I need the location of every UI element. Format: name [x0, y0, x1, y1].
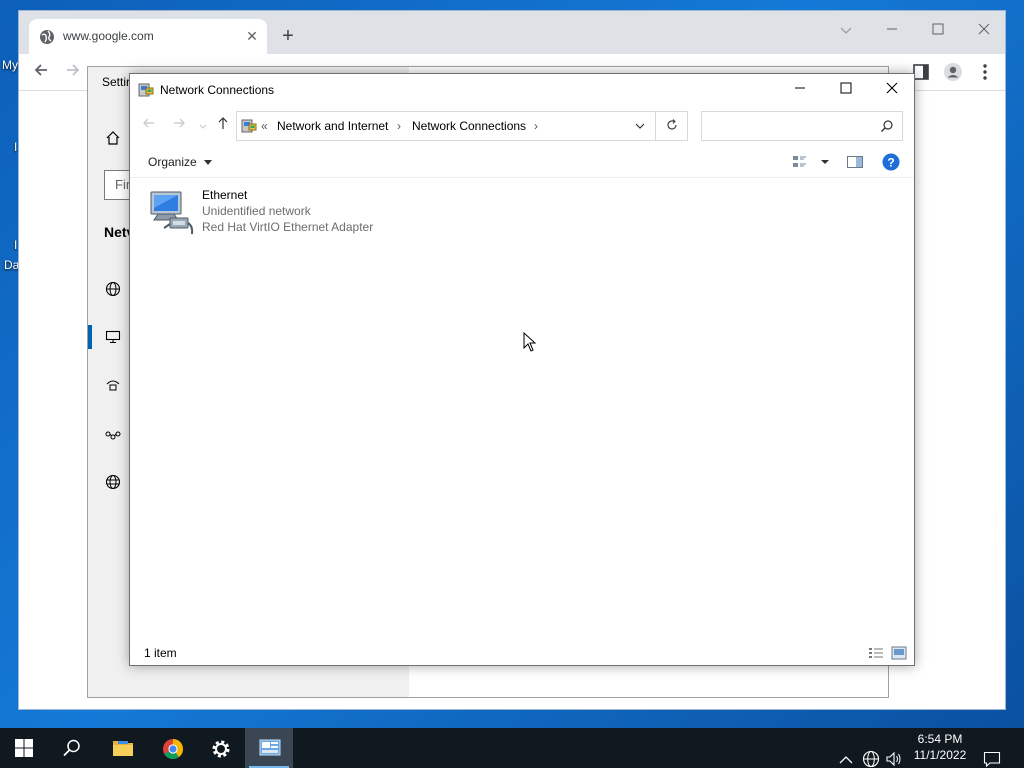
address-dropdown-icon[interactable]	[635, 123, 645, 130]
globe-icon	[40, 30, 54, 44]
forward-icon[interactable]	[61, 60, 85, 84]
taskbar-clock[interactable]: 6:54 PM 11/1/2022	[908, 731, 972, 763]
breadcrumb-separator[interactable]: ›	[534, 119, 538, 133]
chrome-icon	[163, 739, 183, 760]
taskbar: 6:54 PM 11/1/2022	[0, 728, 1024, 768]
tab-search-icon[interactable]	[831, 17, 861, 43]
taskbar-chrome[interactable]	[148, 728, 196, 768]
browser-tab[interactable]: www.google.com ✕	[29, 19, 267, 54]
notification-center-icon[interactable]	[983, 739, 1001, 768]
network-connections-icon	[138, 83, 154, 97]
connection-status: Unidentified network	[202, 204, 311, 218]
refresh-button[interactable]	[655, 111, 688, 141]
search-icon	[881, 120, 893, 132]
search-input[interactable]	[701, 111, 903, 141]
tab-strip: www.google.com ✕ +	[19, 11, 1005, 54]
desktop-icon-label: My	[2, 58, 18, 72]
refresh-icon	[666, 119, 677, 130]
taskbar-search-button[interactable]	[48, 728, 96, 768]
network-adapter-icon	[150, 191, 194, 235]
change-view-icon[interactable]	[791, 153, 809, 171]
organize-label: Organize	[148, 155, 197, 169]
maximize-button[interactable]	[823, 74, 869, 104]
list-item-ethernet[interactable]: Ethernet Unidentified network Red Hat Vi…	[146, 186, 396, 238]
globe-status-icon[interactable]	[105, 281, 121, 297]
items-view: Ethernet Unidentified network Red Hat Vi…	[130, 180, 914, 641]
search-icon	[63, 739, 80, 757]
command-bar: Organize ?	[130, 146, 914, 178]
side-panel-icon[interactable]	[912, 62, 932, 82]
folder-icon	[113, 741, 133, 756]
taskbar-settings[interactable]	[196, 728, 244, 768]
breadcrumb[interactable]: « Network and Internet › Network Connect…	[236, 111, 688, 141]
tab-title: www.google.com	[63, 29, 154, 43]
minimize-icon[interactable]	[877, 17, 907, 43]
network-connections-icon	[241, 119, 257, 133]
close-icon[interactable]	[969, 17, 999, 43]
back-icon[interactable]	[29, 60, 53, 84]
dropdown-arrow-icon	[204, 160, 213, 166]
taskbar-file-explorer[interactable]	[98, 728, 146, 768]
clock-date: 11/1/2022	[913, 748, 967, 762]
desktop-icon-label: I	[14, 140, 18, 154]
breadcrumb-network-and-internet[interactable]: Network and Internet	[277, 119, 388, 133]
recent-locations-chevron-icon[interactable]	[194, 116, 212, 134]
selected-nav-indicator	[88, 325, 92, 349]
details-view-icon[interactable]	[868, 646, 884, 660]
gear-icon	[212, 740, 230, 758]
window-title: Network Connections	[160, 83, 275, 97]
breadcrumb-separator[interactable]: ›	[397, 119, 401, 133]
forward-icon[interactable]	[170, 116, 188, 134]
item-count: 1 item	[144, 646, 177, 660]
title-bar[interactable]: Network Connections	[130, 74, 914, 106]
more-menu-icon[interactable]	[975, 62, 995, 82]
help-icon[interactable]: ?	[882, 153, 900, 171]
mouse-cursor-icon	[523, 332, 537, 352]
start-button[interactable]	[0, 728, 48, 768]
view-options-dropdown-icon[interactable]	[816, 153, 834, 171]
maximize-icon[interactable]	[923, 17, 953, 43]
windows-logo-icon	[15, 739, 33, 757]
connection-device: Red Hat VirtIO Ethernet Adapter	[202, 220, 374, 234]
network-connections-window: Network Connections « Network and Intern…	[129, 73, 915, 666]
ethernet-icon[interactable]	[105, 329, 121, 345]
vpn-icon[interactable]	[105, 426, 121, 442]
status-bar: 1 item	[130, 641, 914, 665]
proxy-globe-icon[interactable]	[105, 474, 121, 490]
large-icons-view-icon[interactable]	[891, 646, 907, 660]
dialup-icon[interactable]	[105, 377, 121, 393]
breadcrumb-network-connections[interactable]: Network Connections	[412, 119, 526, 133]
minimize-button[interactable]	[777, 74, 823, 104]
address-bar-row: « Network and Internet › Network Connect…	[130, 108, 914, 142]
home-icon[interactable]	[105, 130, 121, 146]
show-hidden-icons-chevron-icon[interactable]	[838, 740, 854, 768]
clock-time: 6:54 PM	[917, 732, 963, 746]
new-tab-button[interactable]: +	[277, 25, 299, 47]
volume-icon[interactable]	[885, 739, 903, 768]
profile-avatar-icon[interactable]	[943, 62, 963, 82]
back-icon[interactable]	[140, 116, 158, 134]
preview-pane-icon[interactable]	[846, 153, 864, 171]
control-panel-icon	[259, 739, 281, 756]
network-globe-icon[interactable]	[862, 739, 880, 768]
desktop-icon-label: I	[14, 238, 18, 252]
settings-title: Settir	[102, 75, 131, 89]
up-arrow-icon[interactable]	[214, 116, 232, 134]
svg-text:?: ?	[887, 156, 894, 170]
close-button[interactable]	[869, 74, 915, 104]
tab-close-icon[interactable]: ✕	[243, 27, 261, 45]
organize-button[interactable]: Organize	[148, 155, 213, 169]
taskbar-network-connections[interactable]	[245, 728, 293, 768]
connection-name: Ethernet	[202, 188, 248, 202]
breadcrumb-overflow[interactable]: «	[261, 119, 268, 133]
